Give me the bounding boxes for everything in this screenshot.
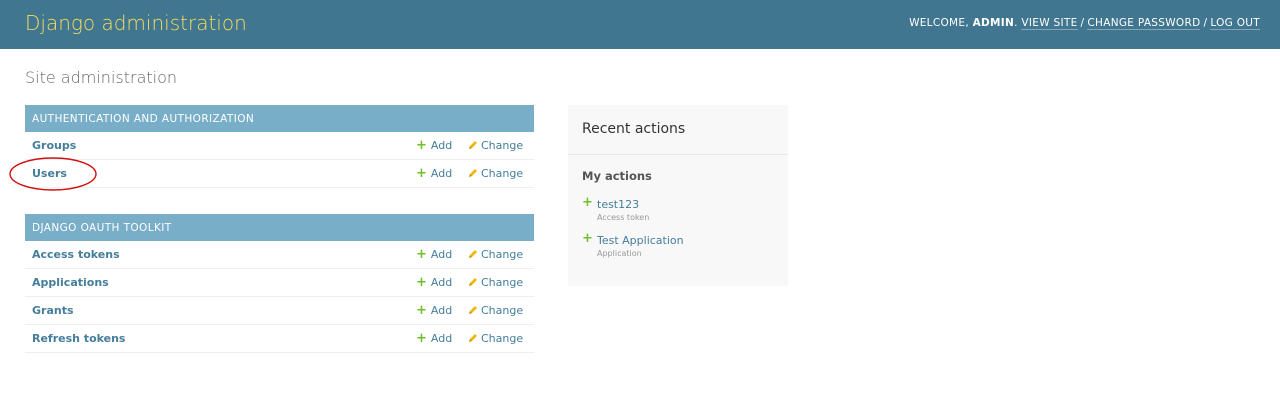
log-out-link[interactable]: LOG OUT: [1210, 17, 1260, 30]
recent-actions-title: Recent actions: [582, 121, 686, 137]
module-caption[interactable]: AUTHENTICATION AND AUTHORIZATION: [25, 105, 534, 132]
model-link-grants[interactable]: Grants: [32, 304, 74, 317]
pencil-icon: [469, 306, 477, 314]
change-grants-link[interactable]: Change: [468, 304, 523, 317]
change-password-link[interactable]: CHANGE PASSWORD: [1087, 17, 1201, 30]
model-link-groups[interactable]: Groups: [32, 139, 76, 152]
change-groups-link[interactable]: Change: [468, 139, 523, 152]
model-link-applications[interactable]: Applications: [32, 276, 109, 289]
my-actions-title: My actions: [582, 169, 652, 183]
page-title: Site administration: [25, 68, 178, 87]
pencil-icon: [469, 141, 477, 149]
add-users-link[interactable]: + Add: [416, 167, 452, 180]
view-site-link[interactable]: VIEW SITE: [1021, 17, 1078, 30]
module-oauth-toolkit: DJANGO OAUTH TOOLKIT Access tokens + Add …: [25, 214, 534, 353]
username: ADMIN: [972, 17, 1015, 29]
model-link-users[interactable]: Users: [32, 167, 67, 180]
plus-icon: +: [582, 195, 593, 210]
user-tools: WELCOME, ADMIN. VIEW SITE / CHANGE PASSWOR…: [909, 17, 1260, 30]
module-caption[interactable]: DJANGO OAUTH TOOLKIT: [25, 214, 534, 241]
plus-icon: +: [416, 247, 427, 262]
model-row-refresh-tokens: Refresh tokens + Add Change: [25, 325, 534, 353]
change-users-link[interactable]: Change: [468, 167, 523, 180]
recent-action-link[interactable]: Test Application: [597, 234, 684, 247]
model-row-groups: Groups + Add Change: [25, 132, 534, 160]
change-access-tokens-link[interactable]: Change: [468, 248, 523, 261]
site-name[interactable]: Django administration: [25, 11, 247, 35]
separator: /: [1203, 17, 1208, 29]
change-applications-link[interactable]: Change: [468, 276, 523, 289]
pencil-icon: [469, 169, 477, 177]
separator: /: [1080, 17, 1085, 29]
model-link-refresh-tokens[interactable]: Refresh tokens: [32, 332, 125, 345]
plus-icon: +: [582, 231, 593, 246]
recent-action-link[interactable]: test123: [597, 198, 639, 211]
pencil-icon: [469, 250, 477, 258]
model-row-grants: Grants + Add Change: [25, 297, 534, 325]
header: Django administration WELCOME, ADMIN. VI…: [0, 0, 1280, 49]
add-groups-link[interactable]: + Add: [416, 139, 452, 152]
recent-action-type: Access token: [597, 213, 650, 222]
plus-icon: +: [416, 138, 427, 153]
welcome-label: WELCOME,: [909, 17, 969, 29]
change-refresh-tokens-link[interactable]: Change: [468, 332, 523, 345]
pencil-icon: [469, 334, 477, 342]
model-row-access-tokens: Access tokens + Add Change: [25, 241, 534, 269]
add-grants-link[interactable]: + Add: [416, 304, 452, 317]
plus-icon: +: [416, 331, 427, 346]
divider: [568, 154, 788, 155]
plus-icon: +: [416, 303, 427, 318]
model-link-access-tokens[interactable]: Access tokens: [32, 248, 120, 261]
recent-actions-panel: Recent actions My actions + test123 Acce…: [568, 105, 788, 286]
plus-icon: +: [416, 275, 427, 290]
pencil-icon: [469, 278, 477, 286]
add-applications-link[interactable]: + Add: [416, 276, 452, 289]
add-refresh-tokens-link[interactable]: + Add: [416, 332, 452, 345]
model-row-applications: Applications + Add Change: [25, 269, 534, 297]
module-authentication: AUTHENTICATION AND AUTHORIZATION Groups …: [25, 105, 534, 188]
recent-action-type: Application: [597, 249, 642, 258]
plus-icon: +: [416, 166, 427, 181]
model-row-users: Users + Add Change: [25, 160, 534, 188]
add-access-tokens-link[interactable]: + Add: [416, 248, 452, 261]
